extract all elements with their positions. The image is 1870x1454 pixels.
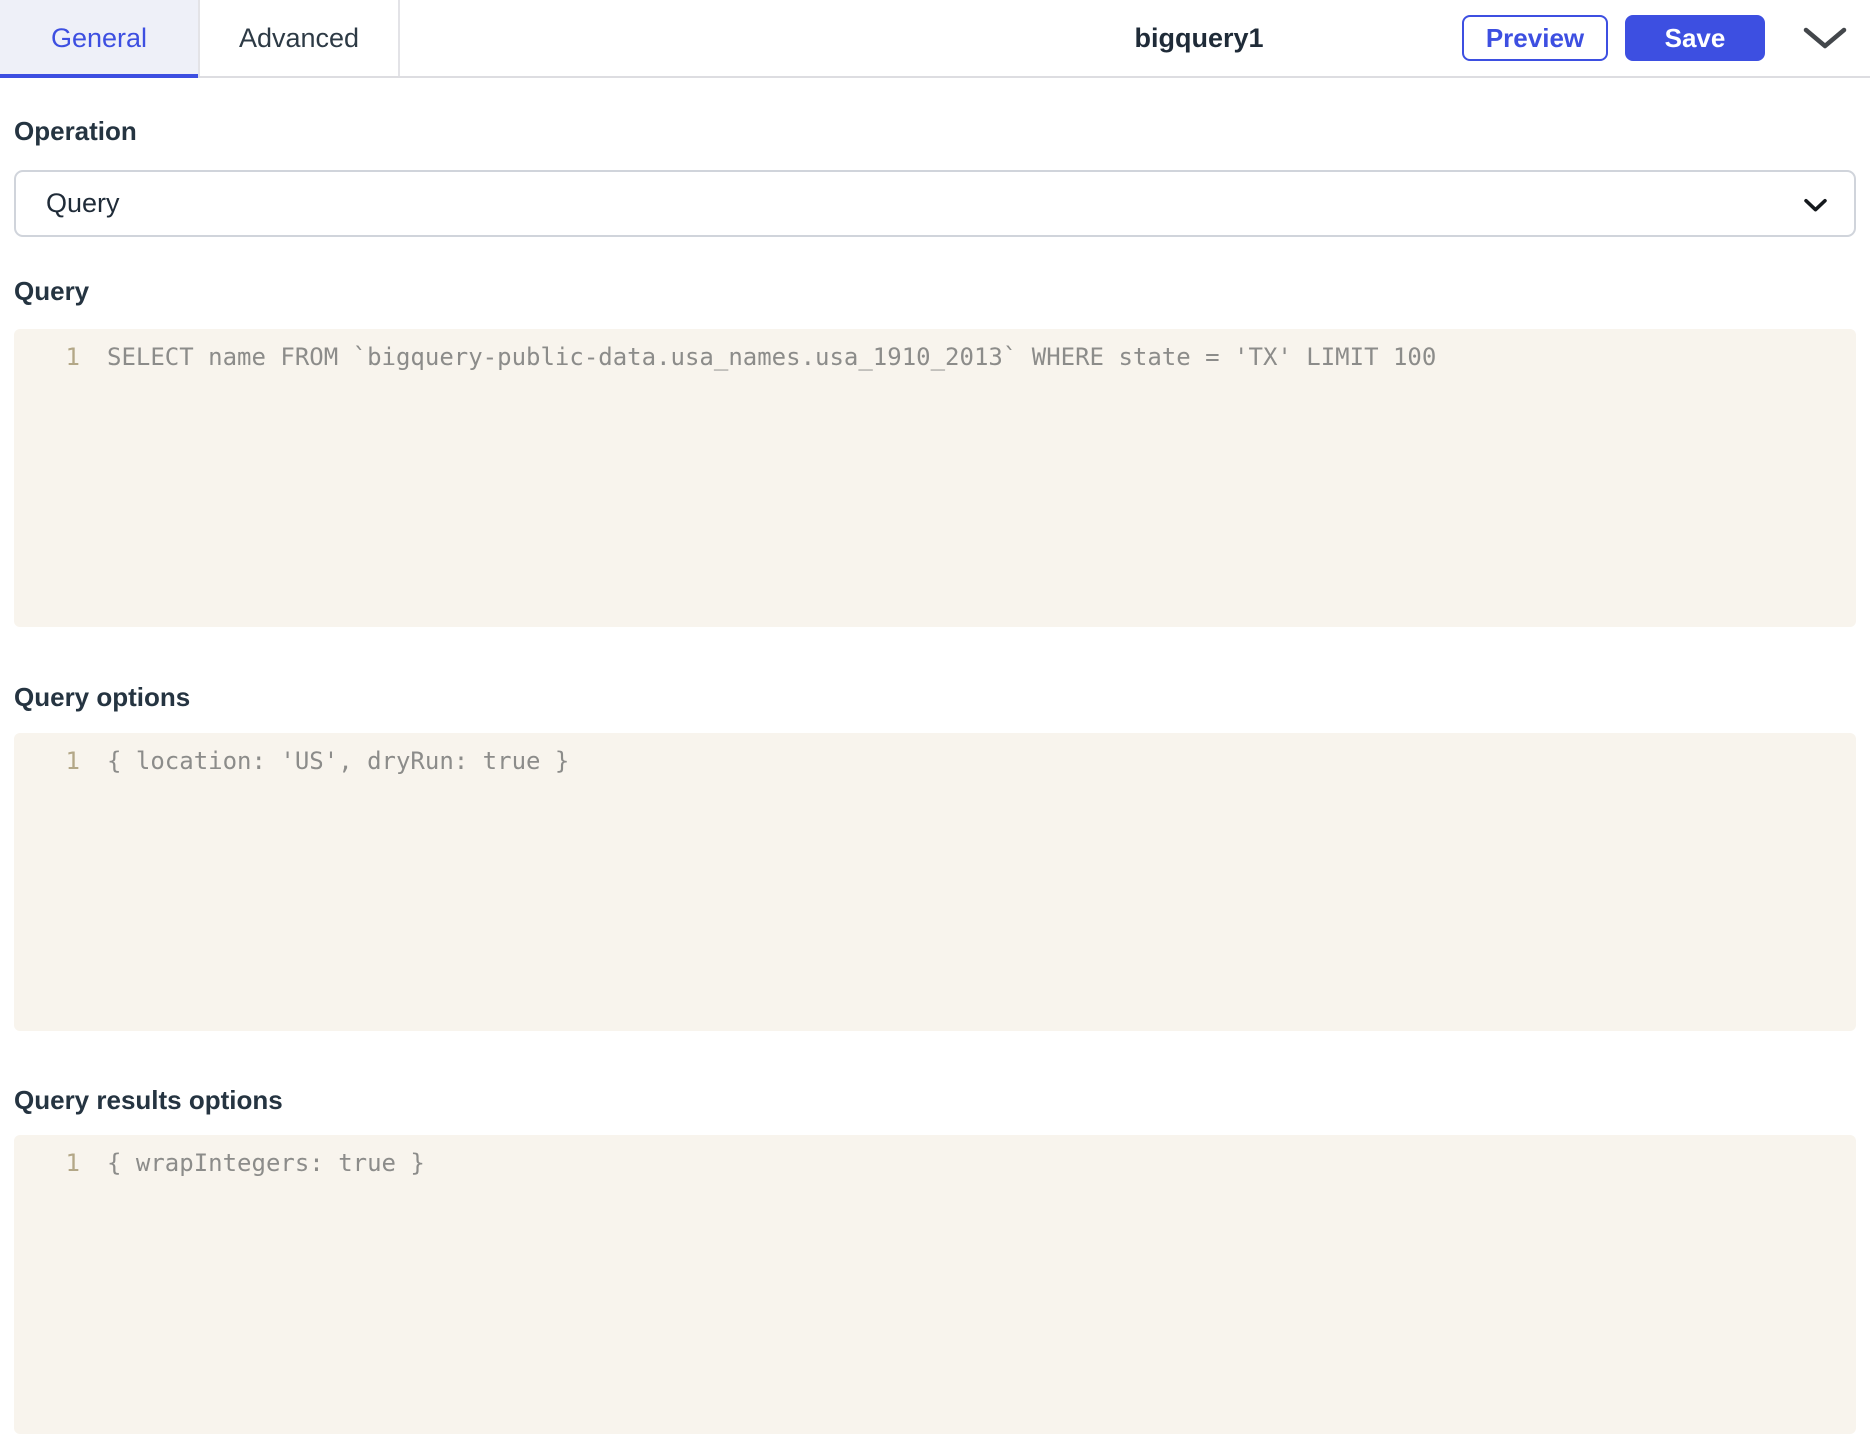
query-name-title: bigquery1	[1134, 22, 1264, 53]
tab-bar: General Advanced	[0, 0, 400, 78]
code-content: SELECT name FROM `bigquery-public-data.u…	[107, 343, 1437, 371]
query-results-options-code-editor[interactable]: 1 { wrapIntegers: true }	[14, 1135, 1856, 1434]
operation-select-value: Query	[46, 188, 120, 218]
code-line: 1 { wrapIntegers: true }	[14, 1148, 1856, 1178]
operation-select[interactable]: Query	[14, 170, 1856, 237]
code-line: 1 { location: 'US', dryRun: true }	[14, 746, 1856, 776]
line-number: 1	[65, 1149, 80, 1177]
code-content: { location: 'US', dryRun: true }	[107, 747, 570, 775]
save-button[interactable]: Save	[1625, 15, 1765, 61]
query-options-code-editor[interactable]: 1 { location: 'US', dryRun: true }	[14, 733, 1856, 1031]
operation-label: Operation	[14, 116, 137, 146]
chevron-down-icon[interactable]	[1802, 26, 1848, 50]
tab-advanced[interactable]: Advanced	[200, 0, 400, 76]
query-results-options-label: Query results options	[14, 1085, 283, 1115]
code-line: 1 SELECT name FROM `bigquery-public-data.…	[14, 342, 1856, 372]
line-number: 1	[65, 747, 80, 775]
query-label: Query	[14, 276, 90, 306]
preview-button[interactable]: Preview	[1462, 15, 1608, 61]
query-editor-header: General Advanced bigquery1 Preview Save	[0, 0, 1870, 78]
header-actions: Preview Save	[1462, 0, 1848, 76]
tab-general[interactable]: General	[0, 0, 200, 78]
query-form: Operation Query Query 1 SELECT name FROM …	[0, 118, 1870, 1434]
line-number: 1	[65, 343, 80, 371]
query-options-label: Query options	[14, 682, 191, 712]
query-code-editor[interactable]: 1 SELECT name FROM `bigquery-public-data.…	[14, 329, 1856, 627]
select-chevron-icon	[1803, 197, 1828, 212]
code-content: { wrapIntegers: true }	[107, 1149, 425, 1177]
